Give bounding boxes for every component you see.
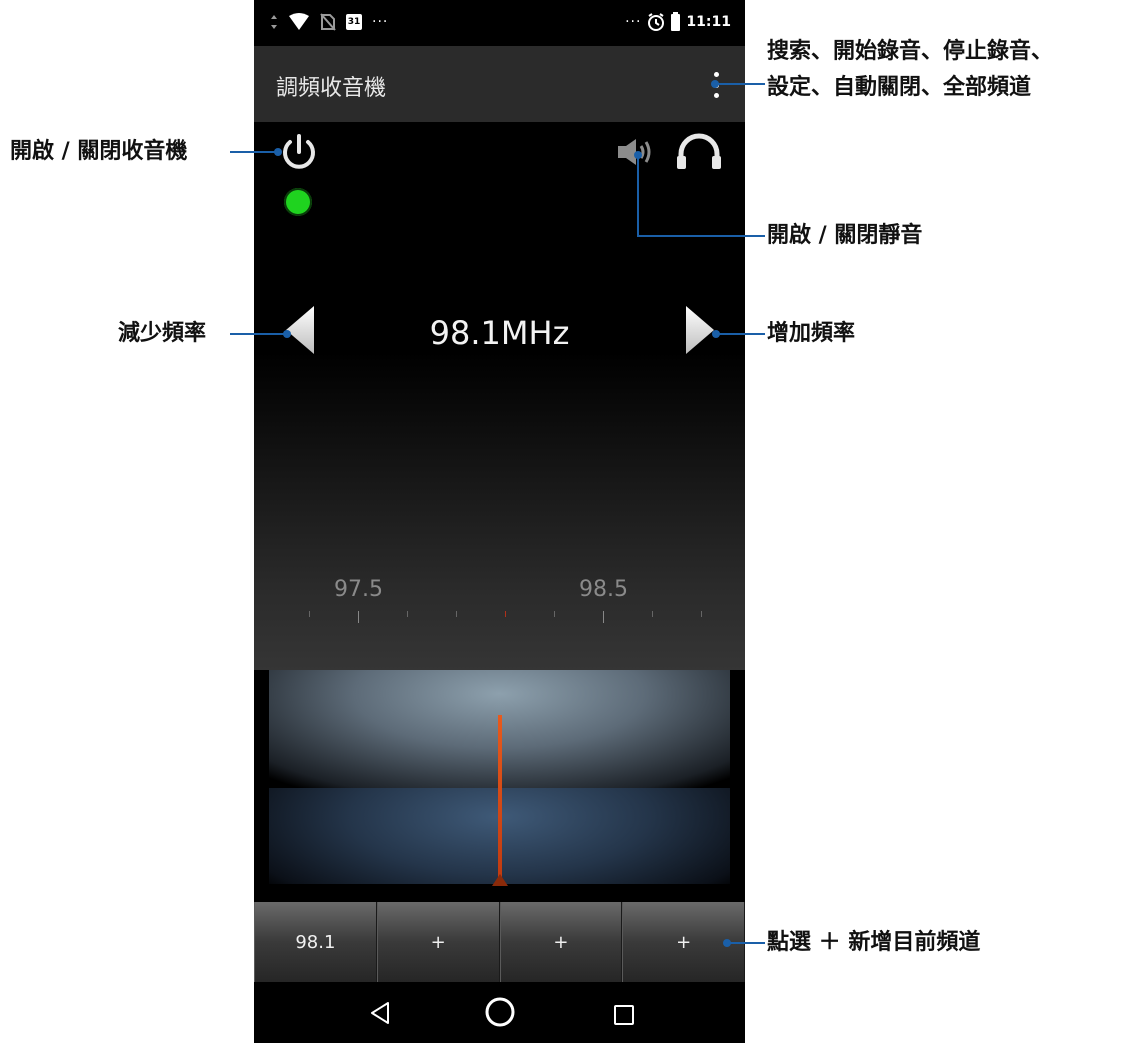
callout-dot-decrease	[283, 330, 291, 338]
status-bar: 31 ··· ··· 11:11	[254, 0, 745, 46]
callout-line-decrease	[230, 333, 285, 335]
app-bar: 調頻收音機	[254, 46, 745, 122]
callout-line-power	[230, 151, 278, 153]
phone-screen: 31 ··· ··· 11:11 調頻收音機 98.1MHz 97.5 98.5…	[254, 0, 745, 1043]
callout-line-mute-v	[637, 155, 639, 237]
more-notifications: ···	[372, 14, 389, 30]
callout-increase: 增加頻率	[767, 321, 856, 346]
clock: 11:11	[686, 14, 731, 30]
calendar-icon: 31	[346, 14, 362, 30]
scale-tick	[309, 611, 310, 617]
scale-tick	[701, 611, 702, 617]
callout-line-add-preset	[727, 942, 765, 944]
alarm-icon	[648, 13, 665, 31]
battery-icon	[671, 11, 681, 31]
radio-stage: 98.1MHz 97.5 98.5	[254, 122, 745, 670]
frequency-scale: 97.5 98.5	[254, 577, 745, 637]
preset-bar: 98.1 + + +	[254, 902, 745, 982]
headphone-icon[interactable]	[674, 132, 724, 170]
scale-tick	[554, 611, 555, 617]
scale-label-high: 98.5	[579, 577, 628, 602]
power-icon[interactable]	[278, 132, 320, 174]
tuner-dial[interactable]	[254, 670, 745, 902]
back-icon[interactable]	[368, 1000, 392, 1026]
callout-dot-power	[274, 148, 282, 156]
wifi-icon	[289, 13, 309, 30]
data-arrows-icon	[271, 15, 277, 29]
no-sim-icon	[320, 13, 336, 31]
more-status: ···	[625, 14, 642, 30]
scale-tick	[407, 611, 408, 617]
preset-button-2[interactable]: +	[376, 902, 500, 982]
callout-line-increase	[716, 333, 765, 335]
callout-menu-line1: 搜索、開始錄音、停止錄音、	[767, 39, 1054, 64]
app-title: 調頻收音機	[276, 76, 387, 101]
radio-status-indicator	[284, 188, 312, 216]
callout-line-mute-h	[637, 235, 765, 237]
scale-tick	[358, 611, 359, 623]
callout-decrease: 減少頻率	[118, 321, 207, 346]
callout-power: 開啟 / 關閉收音機	[10, 139, 188, 164]
recent-apps-icon[interactable]	[614, 1005, 634, 1025]
scale-tick	[456, 611, 457, 617]
preset-button-1[interactable]: 98.1	[254, 902, 377, 982]
next-frequency-icon[interactable]	[684, 304, 716, 356]
frequency-display: 98.1MHz	[429, 314, 570, 352]
callout-line-menu	[715, 83, 765, 85]
callout-add-preset: 點選 ＋ 新增目前頻道	[767, 930, 981, 955]
callout-menu-line2: 設定、自動關閉、全部頻道	[767, 75, 1032, 100]
scale-tick	[652, 611, 653, 617]
scale-tick-current	[505, 611, 506, 617]
tuning-needle[interactable]	[498, 715, 502, 883]
preset-button-3[interactable]: +	[499, 902, 623, 982]
navigation-bar	[254, 982, 745, 1043]
needle-base	[492, 874, 508, 886]
callout-mute: 開啟 / 關閉靜音	[767, 223, 923, 248]
scale-label-low: 97.5	[334, 577, 383, 602]
home-icon[interactable]	[485, 997, 515, 1027]
scale-tick	[603, 611, 604, 623]
